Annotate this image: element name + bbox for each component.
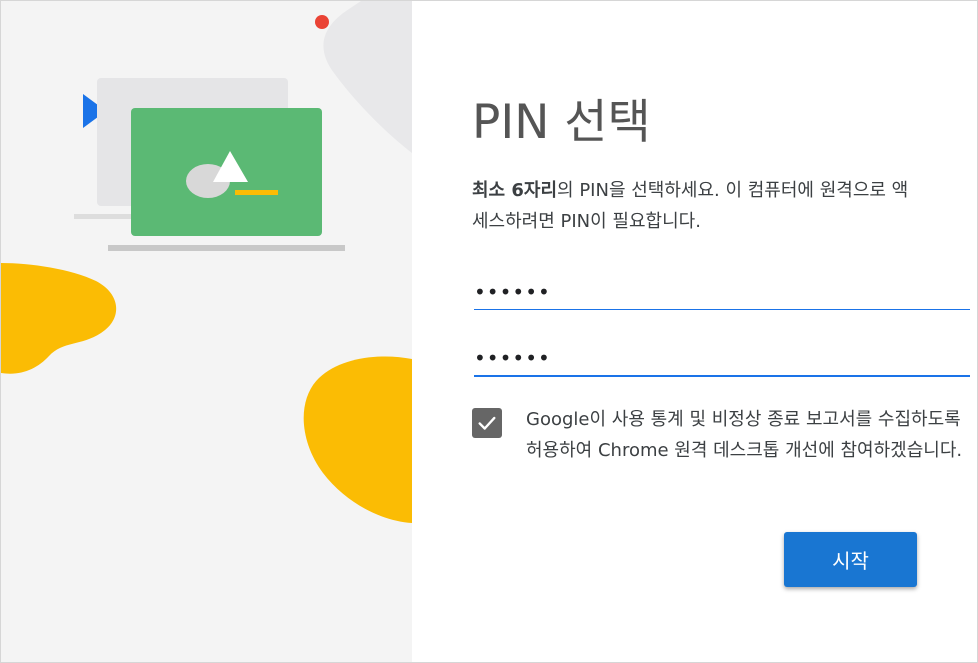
- pin-form-panel: PIN 선택 최소 6자리의 PIN을 선택하세요. 이 컴퓨터에 원격으로 액…: [412, 1, 977, 662]
- red-dot: [315, 15, 329, 29]
- description-bold: 최소 6자리: [472, 180, 558, 201]
- yellow-blob-right: [303, 356, 412, 523]
- usage-stats-checkbox[interactable]: [472, 408, 502, 438]
- pin-input[interactable]: [474, 274, 970, 310]
- pin-confirm-input[interactable]: [474, 341, 970, 377]
- pin-description: 최소 6자리의 PIN을 선택하세요. 이 컴퓨터에 원격으로 액세스하려면 P…: [472, 175, 922, 237]
- laptop-base: [108, 245, 345, 251]
- check-icon: [478, 416, 496, 430]
- background-shape: [323, 1, 412, 153]
- usage-stats-label: Google이 사용 통계 및 비정상 종료 보고서를 수집하도록 허용하여 C…: [526, 409, 963, 461]
- start-button[interactable]: 시작: [784, 532, 917, 587]
- page-title: PIN 선택: [472, 95, 651, 150]
- remote-desktop-illustration: [1, 1, 412, 523]
- pin-setup-dialog: PIN 선택 최소 6자리의 PIN을 선택하세요. 이 컴퓨터에 원격으로 액…: [0, 0, 978, 663]
- illustration-panel: [1, 1, 412, 662]
- screen-bar: [235, 190, 278, 195]
- yellow-blob-left: [1, 263, 117, 374]
